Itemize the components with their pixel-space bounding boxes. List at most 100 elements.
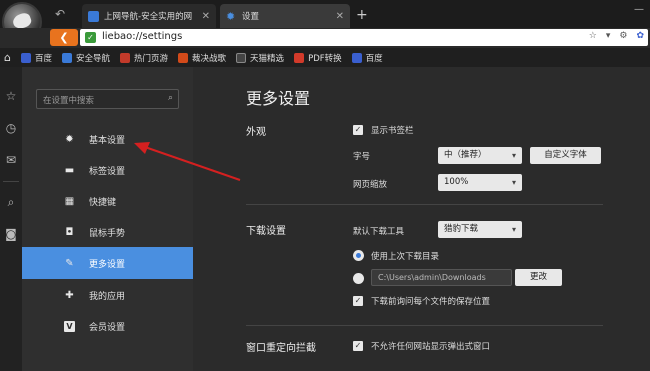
sidebar-item-more[interactable]: ✎ 更多设置 <box>22 247 193 279</box>
sidebar-item-tabs[interactable]: ▬ 标签设置 <box>22 154 193 186</box>
keyboard-icon: ▦ <box>64 195 75 207</box>
bookmark-label: 安全导航 <box>76 53 111 64</box>
tab-back-icon[interactable]: ↶ <box>55 7 65 21</box>
sidebar-item-label: 快捷键 <box>89 197 117 208</box>
settings-main: 更多设置 外观 ✓ 显示书签栏 字号 中（推荐） 自定义字体 网页缩放 100%… <box>193 67 650 371</box>
sidebar-item-shortcuts[interactable]: ▦ 快捷键 <box>22 185 193 217</box>
baidu-icon <box>20 52 31 63</box>
star-icon[interactable]: ☆ <box>589 31 597 41</box>
sidebar-item-apps[interactable]: ✚ 我的应用 <box>22 279 193 311</box>
bookmarks-bar: ⌂ 百度 安全导航 热门页游 裁决战歌 天猫精选 PDF转换 百度 <box>0 48 650 67</box>
bookmark-label: 天猫精选 <box>250 53 285 64</box>
address-row: ❮ ✓ liebao://settings ☆ ▾ ⚙ ✿ <box>0 28 650 48</box>
sidebar-item-gestures[interactable]: ◘ 鼠标手势 <box>22 216 193 248</box>
minimize-icon[interactable]: — <box>634 4 644 15</box>
sidebar-item-label: 会员设置 <box>89 322 126 333</box>
history-clock-icon[interactable]: ◷ <box>4 121 18 135</box>
star-icon[interactable]: ☆ <box>4 89 18 103</box>
address-bar[interactable]: ✓ liebao://settings ☆ ▾ ⚙ ✿ <box>80 29 648 46</box>
tmall-icon <box>236 52 247 63</box>
bookmark-item[interactable]: 百度 <box>351 52 383 64</box>
bookmark-label: 热门页游 <box>134 53 169 64</box>
sidebar-item-label: 我的应用 <box>89 291 126 302</box>
back-button[interactable]: ❮ <box>50 29 78 46</box>
url-text: liebao://settings <box>102 31 183 42</box>
default-tool-label: 默认下载工具 <box>353 227 405 237</box>
gear-icon: ✹ <box>226 9 236 23</box>
puzzle-icon: ✚ <box>65 289 74 301</box>
sidebar-item-vip[interactable]: V 会员设置 <box>22 310 193 342</box>
gamepad-icon[interactable]: ◙ <box>4 227 18 241</box>
tab-title: 上网导航-安全实用的网 <box>104 12 193 22</box>
search-icon[interactable]: ⌕ <box>4 195 18 209</box>
secure-check-icon: ✓ <box>85 32 96 43</box>
mouse-icon: ◘ <box>65 226 74 238</box>
address-actions: ☆ ▾ ⚙ ✿ <box>589 31 644 41</box>
tab-bar: ↶ 上网导航-安全实用的网 ✕ ✹ 设置 ✕ + — <box>0 0 650 42</box>
gear-icon: ✹ <box>65 133 74 145</box>
default-tool-select[interactable]: 猎豹下载 <box>438 221 522 238</box>
sidebar-item-basic[interactable]: ✹ 基本设置 <box>22 123 193 155</box>
bookmark-item[interactable]: 安全导航 <box>62 52 110 64</box>
dropdown-icon[interactable]: ▾ <box>606 31 611 41</box>
settings-sidebar: 在设置中搜索 ⌕ ✹ 基本设置 ▬ 标签设置 ▦ 快捷键 ◘ 鼠标手势 ✎ 更多设置 ✚ 我… <box>22 67 193 371</box>
page-title: 更多设置 <box>246 89 311 108</box>
block-popups-label: 不允许任何网站显示弹出式窗口 <box>371 342 491 352</box>
tab-close-icon[interactable]: ✕ <box>202 11 210 22</box>
shield-icon[interactable]: ⚙ <box>619 31 627 41</box>
change-path-button[interactable]: 更改 <box>515 269 562 286</box>
bookmark-label: PDF转换 <box>308 53 342 64</box>
bookmark-label: 百度 <box>365 53 383 64</box>
game-icon <box>120 52 131 63</box>
ask-each-file-checkbox[interactable]: ✓ <box>353 296 363 306</box>
left-rail: ☆ ◷ ✉ ⌕ ◙ <box>0 67 22 371</box>
baidu-icon <box>351 52 362 63</box>
show-bookmarks-checkbox[interactable]: ✓ <box>353 125 363 135</box>
sidebar-item-label: 标签设置 <box>89 166 126 177</box>
use-last-dir-label: 使用上次下载目录 <box>371 252 440 262</box>
tab-navigation[interactable]: 上网导航-安全实用的网 ✕ <box>82 4 216 28</box>
font-size-label: 字号 <box>353 152 371 162</box>
bookmark-item[interactable]: 热门页游 <box>120 52 168 64</box>
game-icon <box>178 52 189 63</box>
bookmark-item[interactable]: 百度 <box>20 52 52 64</box>
settings-search-input[interactable]: 在设置中搜索 ⌕ <box>36 89 179 109</box>
bookmark-item[interactable]: 裁决战歌 <box>178 52 226 64</box>
tab-favicon-icon <box>88 10 99 22</box>
mail-icon[interactable]: ✉ <box>4 153 18 167</box>
bookmark-item[interactable]: 天猫精选 <box>236 52 284 64</box>
bookmark-label: 百度 <box>34 53 52 64</box>
divider <box>3 181 19 182</box>
divider <box>246 325 603 326</box>
font-size-select[interactable]: 中（推荐） <box>438 147 522 164</box>
home-icon[interactable]: ⌂ <box>4 51 11 64</box>
sidebar-item-label: 更多设置 <box>89 259 126 270</box>
laptop-icon: ▬ <box>64 164 75 176</box>
show-bookmarks-label: 显示书签栏 <box>371 126 414 136</box>
section-popup: 窗口重定向拦截 <box>246 343 316 354</box>
zoom-label: 网页缩放 <box>353 180 388 190</box>
custom-dir-radio[interactable] <box>353 273 364 284</box>
download-path-input[interactable]: C:\Users\admin\Downloads <box>371 269 512 286</box>
new-tab-button[interactable]: + <box>356 7 368 23</box>
block-popups-checkbox[interactable]: ✓ <box>353 341 363 351</box>
zoom-select[interactable]: 100% <box>438 174 522 191</box>
nav-icon <box>62 52 72 63</box>
bookmark-item[interactable]: PDF转换 <box>294 52 342 64</box>
vip-icon: V <box>64 320 75 332</box>
custom-font-button[interactable]: 自定义字体 <box>530 147 601 164</box>
section-appearance: 外观 <box>246 127 266 138</box>
sidebar-item-label: 鼠标手势 <box>89 228 126 239</box>
divider <box>246 204 603 205</box>
section-download: 下载设置 <box>246 226 286 237</box>
tab-title: 设置 <box>242 12 260 22</box>
use-last-dir-radio[interactable] <box>353 250 364 261</box>
baidu-icon[interactable]: ✿ <box>636 31 644 41</box>
window-controls: — <box>634 4 644 15</box>
ask-each-file-label: 下载前询问每个文件的保存位置 <box>371 297 491 307</box>
tab-settings[interactable]: ✹ 设置 ✕ <box>220 4 350 28</box>
bookmark-label: 裁决战歌 <box>192 53 227 64</box>
sidebar-item-label: 基本设置 <box>89 135 126 146</box>
tab-close-icon[interactable]: ✕ <box>336 11 344 22</box>
wrench-icon: ✎ <box>65 257 74 269</box>
